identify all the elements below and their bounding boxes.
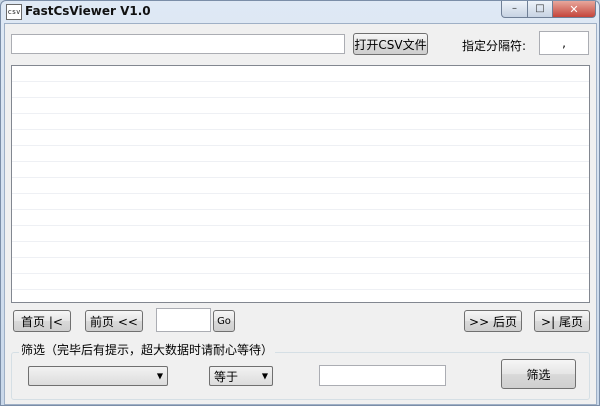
delimiter-label: 指定分隔符: [462, 39, 527, 53]
window-title: FastCsViewer V1.0 [25, 4, 151, 18]
title-bar: csv FastCsViewer V1.0 – □ ✕ [1, 1, 599, 21]
close-icon: ✕ [569, 2, 579, 16]
minimize-icon: – [512, 3, 517, 14]
filter-button[interactable]: 筛选 [501, 359, 576, 389]
next-page-button[interactable]: >> 后页 [464, 310, 522, 332]
page-number-input[interactable] [156, 308, 211, 332]
column-select[interactable]: ▼ [28, 366, 168, 386]
csv-data-grid[interactable] [11, 65, 590, 303]
maximize-button[interactable]: □ [527, 1, 553, 18]
chevron-down-icon: ▼ [261, 371, 268, 381]
go-button[interactable]: Go [213, 310, 235, 332]
app-window: csv FastCsViewer V1.0 – □ ✕ 打开CSV文件 指定分隔… [0, 0, 600, 406]
close-button[interactable]: ✕ [552, 1, 596, 18]
chevron-down-icon: ▼ [156, 371, 163, 381]
last-page-button[interactable]: >| 尾页 [534, 310, 590, 332]
operator-select-value: 等于 [214, 369, 239, 384]
file-path-input[interactable] [11, 34, 345, 54]
operator-select[interactable]: 等于 ▼ [209, 366, 273, 386]
open-csv-button[interactable]: 打开CSV文件 [353, 33, 428, 55]
filter-value-input[interactable] [319, 365, 446, 386]
csv-app-icon: csv [6, 4, 22, 20]
filter-group-title: 筛选（完毕后有提示，超大数据时请耐心等待） [19, 341, 276, 358]
prev-page-button[interactable]: 前页 << [85, 310, 143, 332]
minimize-button[interactable]: – [501, 1, 528, 18]
first-page-button[interactable]: 首页 |< [13, 310, 71, 332]
maximize-icon: □ [535, 3, 545, 14]
main-panel: 打开CSV文件 指定分隔符: 首页 |< 前页 << Go >> 后页 >| 尾… [4, 23, 597, 405]
delimiter-input[interactable] [539, 31, 589, 55]
